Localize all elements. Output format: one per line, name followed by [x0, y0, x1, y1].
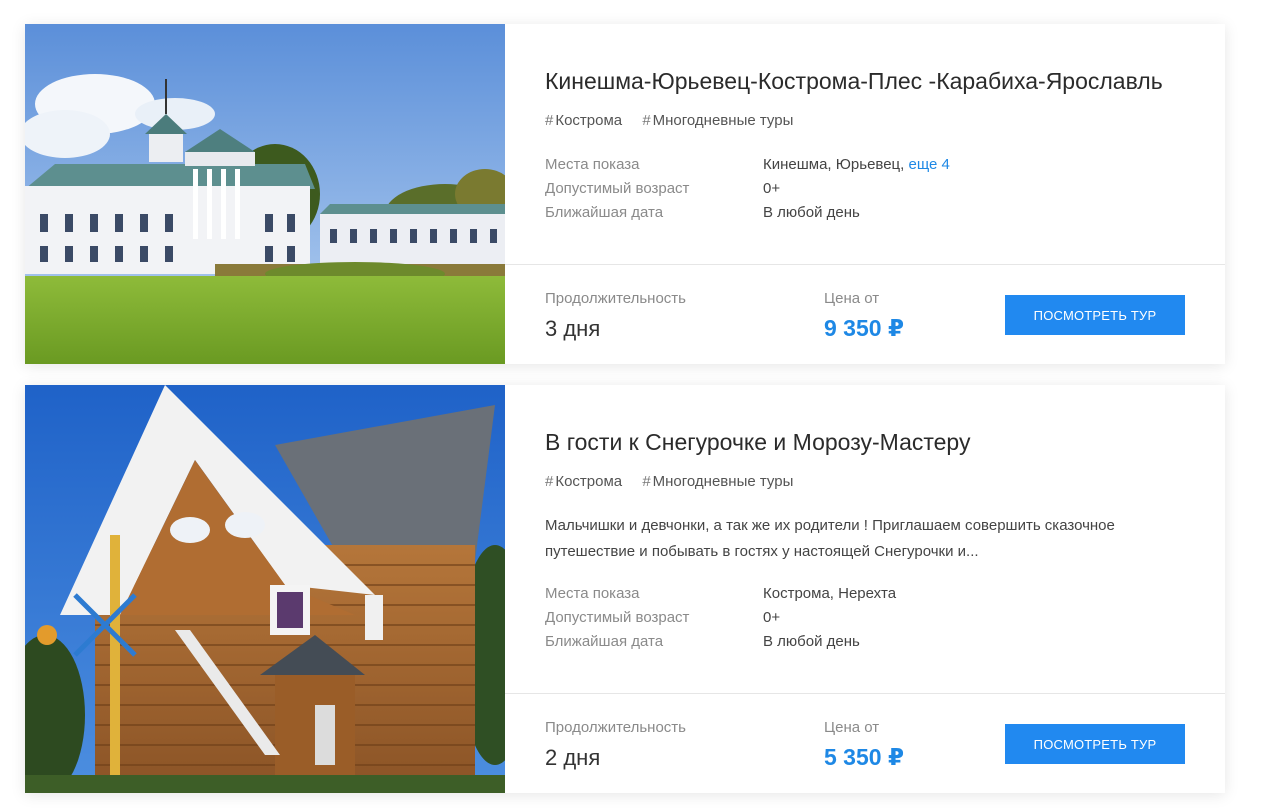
hash-icon: #	[545, 473, 554, 490]
places-value: Кострома, Нерехта	[763, 585, 897, 602]
price-value: 9 350 ₽	[824, 315, 904, 341]
date-label: Ближайшая дата	[545, 633, 664, 650]
tour-tags: # Кострома # Многодневные туры	[545, 473, 809, 490]
duration-label: Продолжительность	[545, 290, 686, 307]
price-label: Цена от	[824, 290, 880, 307]
duration-value: 2 дня	[545, 745, 601, 770]
tour-info: В гости к Снегурочке и Морозу-Мастеру # К…	[505, 385, 1225, 793]
tag-link[interactable]: # Кострома	[545, 112, 622, 129]
tour-tags: # Кострома # Многодневные туры	[545, 112, 809, 129]
date-value: В любой день	[763, 633, 860, 650]
places-value: Кинешма, Юрьевец, еще 4	[763, 153, 950, 177]
tour-title[interactable]: Кинешма-Юрьевец-Кострома-Плес -Карабиха-…	[545, 68, 1163, 95]
tour-description: Мальчишки и девчонки, а так же их родите…	[545, 517, 1115, 560]
hash-icon: #	[545, 112, 554, 129]
tour-details: Места показа Кинешма, Юрьевец, еще 4 Доп…	[545, 153, 950, 225]
more-places-link[interactable]: еще 4	[909, 156, 950, 173]
price-value: 5 350 ₽	[824, 744, 904, 770]
age-row: Допустимый возраст 0+	[545, 177, 950, 201]
tour-footer: Продолжительность 2 дня Цена от 5 350 ₽ …	[505, 694, 1225, 793]
tour-card: Кинешма-Юрьевец-Кострома-Плес -Карабиха-…	[25, 24, 1225, 364]
tour-title[interactable]: В гости к Снегурочке и Морозу-Мастеру	[545, 429, 970, 456]
places-label: Места показа	[545, 585, 640, 602]
date-value: В любой день	[763, 204, 860, 221]
view-tour-button[interactable]: Посмотреть тур	[1005, 295, 1185, 335]
tag-label: Многодневные туры	[652, 112, 794, 129]
tag-link[interactable]: # Многодневные туры	[642, 112, 793, 129]
age-label: Допустимый возраст	[545, 609, 690, 626]
age-value: 0+	[763, 609, 781, 626]
hash-icon: #	[642, 473, 651, 490]
age-row: Допустимый возраст 0+	[545, 606, 896, 630]
duration-value: 3 дня	[545, 316, 601, 341]
age-value: 0+	[763, 180, 781, 197]
age-label: Допустимый возраст	[545, 180, 690, 197]
duration-label: Продолжительность	[545, 719, 686, 736]
places-text: Кинешма, Юрьевец,	[763, 156, 905, 173]
price-label: Цена от	[824, 719, 880, 736]
tag-label: Многодневные туры	[652, 473, 794, 490]
tour-card: В гости к Снегурочке и Морозу-Мастеру # К…	[25, 385, 1225, 793]
tour-details: Места показа Кострома, Нерехта Допустимы…	[545, 582, 896, 654]
tag-label: Кострома	[555, 473, 623, 490]
places-row: Места показа Кострома, Нерехта	[545, 582, 896, 606]
date-row: Ближайшая дата В любой день	[545, 630, 896, 654]
hash-icon: #	[642, 112, 651, 129]
places-row: Места показа Кинешма, Юрьевец, еще 4	[545, 153, 950, 177]
tour-image-log-house[interactable]	[25, 385, 505, 793]
tag-label: Кострома	[555, 112, 623, 129]
tour-footer: Продолжительность 3 дня Цена от 9 350 ₽ …	[505, 265, 1225, 364]
tour-image-manor[interactable]	[25, 24, 505, 364]
view-tour-button[interactable]: Посмотреть тур	[1005, 724, 1185, 764]
tour-info: Кинешма-Юрьевец-Кострома-Плес -Карабиха-…	[505, 24, 1225, 364]
places-label: Места показа	[545, 156, 640, 173]
date-label: Ближайшая дата	[545, 204, 664, 221]
date-row: Ближайшая дата В любой день	[545, 201, 950, 225]
tag-link[interactable]: # Многодневные туры	[642, 473, 793, 490]
tag-link[interactable]: # Кострома	[545, 473, 622, 490]
